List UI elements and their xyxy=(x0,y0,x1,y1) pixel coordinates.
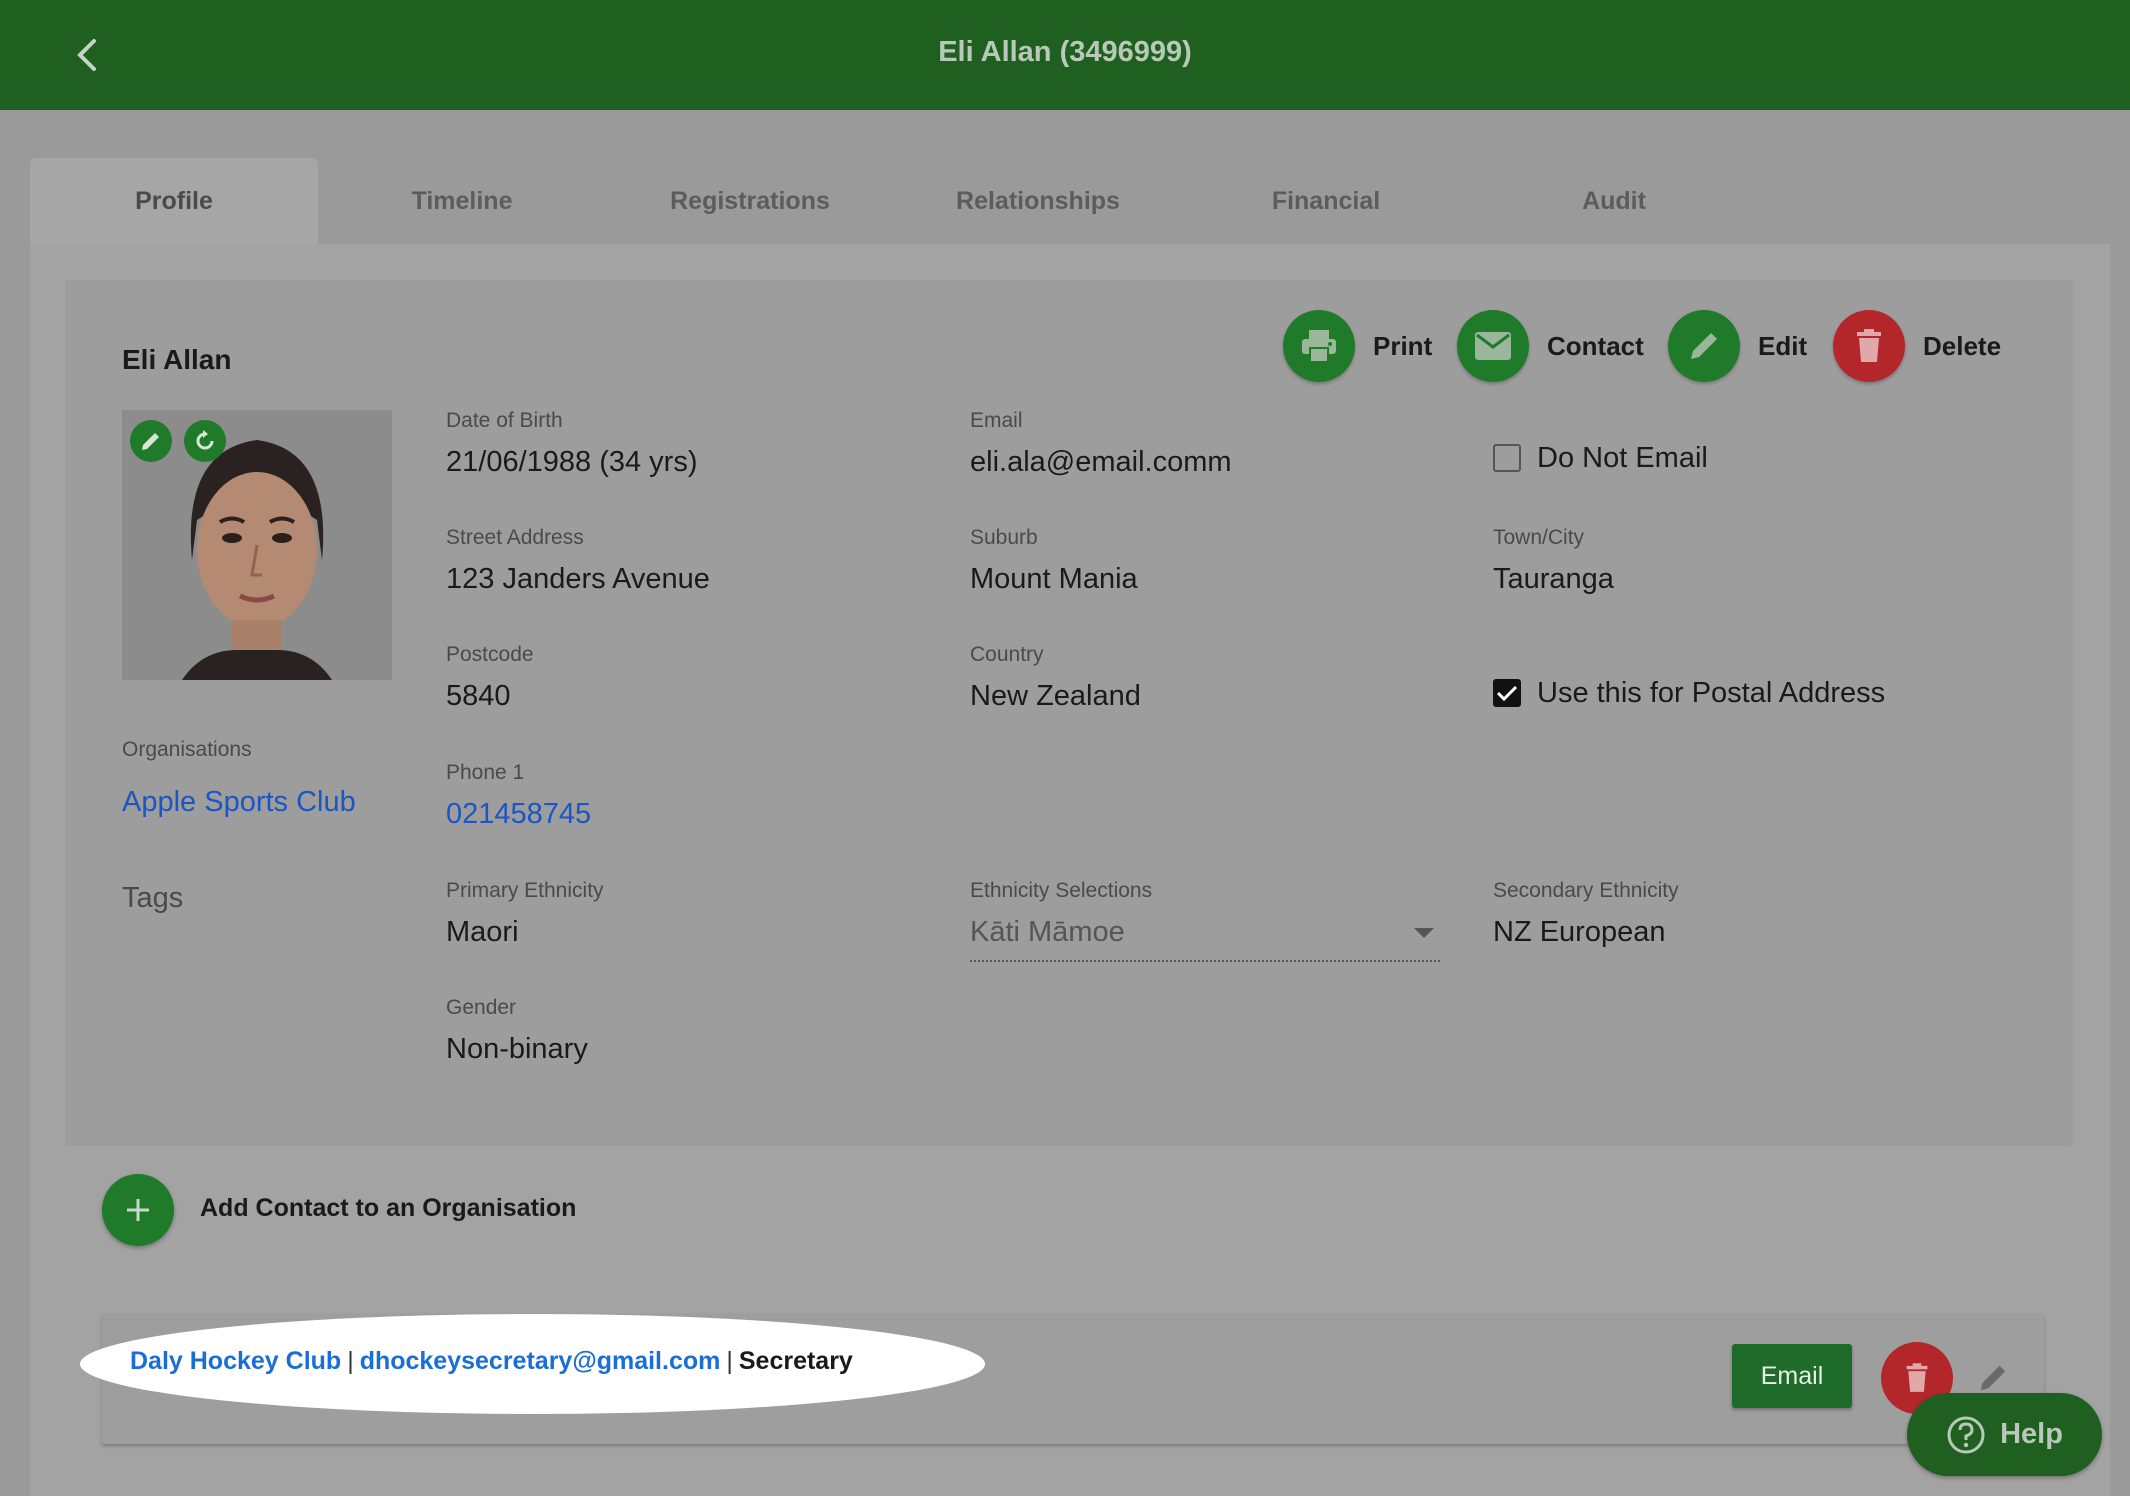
edit-photo-button[interactable] xyxy=(130,420,172,462)
refresh-icon xyxy=(196,430,214,450)
add-contact-button[interactable] xyxy=(102,1174,174,1246)
delete-label: Delete xyxy=(1923,330,2002,361)
pencil-icon xyxy=(142,433,159,450)
add-contact-label[interactable]: Add Contact to an Organisation xyxy=(200,1194,576,1223)
email-button[interactable]: Email xyxy=(1732,1344,1852,1408)
suburb-value: Mount Mania xyxy=(970,563,1138,595)
tab-timeline[interactable]: Timeline xyxy=(318,158,606,244)
ethnicity-selections-label: Ethnicity Selections xyxy=(970,879,1153,902)
suburb-label: Suburb xyxy=(970,526,1038,549)
tab-bar: Profile Timeline Registrations Relations… xyxy=(30,158,2110,244)
organisations-label: Organisations xyxy=(122,738,252,761)
checkmark-icon xyxy=(1496,685,1518,702)
primary-ethnicity-label: Primary Ethnicity xyxy=(446,879,604,902)
print-button[interactable]: Print xyxy=(1283,310,1432,382)
dob-value: 21/06/1988 (34 yrs) xyxy=(446,446,698,478)
email-value: eli.ala@email.comm xyxy=(970,446,1232,478)
primary-ethnicity-value: Maori xyxy=(446,916,519,948)
dob-label: Date of Birth xyxy=(446,409,563,432)
contact-club-link[interactable]: Daly Hockey Club xyxy=(130,1347,341,1375)
help-label: Help xyxy=(2000,1418,2063,1450)
separator: | xyxy=(347,1347,354,1375)
postal-address-checkbox[interactable] xyxy=(1493,679,1521,707)
trash-icon xyxy=(1857,329,1881,362)
secondary-ethnicity-value: NZ European xyxy=(1493,916,1666,948)
street-label: Street Address xyxy=(446,526,584,549)
postal-address-label: Use this for Postal Address xyxy=(1537,677,1886,709)
street-value: 123 Janders Avenue xyxy=(446,563,710,595)
phone1-label: Phone 1 xyxy=(446,761,525,784)
print-label: Print xyxy=(1373,330,1433,361)
edit-button[interactable]: Edit xyxy=(1668,310,1807,382)
ethnicity-selections-select[interactable]: Kāti Māmoe xyxy=(970,912,1440,962)
edit-contact-button[interactable] xyxy=(1973,1358,2013,1398)
edit-label: Edit xyxy=(1758,330,1808,361)
contact-email-link[interactable]: dhockeysecretary@gmail.com xyxy=(360,1347,721,1375)
help-icon xyxy=(1947,1416,1985,1453)
refresh-photo-button[interactable] xyxy=(184,420,226,462)
contact-role: Secretary xyxy=(738,1347,853,1375)
tags-label: Tags xyxy=(122,882,184,914)
tab-audit[interactable]: Audit xyxy=(1470,158,1758,244)
tab-financial[interactable]: Financial xyxy=(1182,158,1470,244)
caret-down-icon xyxy=(1414,928,1434,938)
pencil-icon xyxy=(1980,1365,2006,1391)
secondary-ethnicity-label: Secondary Ethnicity xyxy=(1493,879,1679,902)
tab-profile[interactable]: Profile xyxy=(30,158,318,244)
plus-icon xyxy=(127,1199,149,1221)
country-value: New Zealand xyxy=(970,680,1141,712)
person-name: Eli Allan xyxy=(122,344,232,375)
contact-button[interactable]: Contact xyxy=(1457,310,1644,382)
profile-photo xyxy=(122,410,392,680)
envelope-icon xyxy=(1475,332,1511,360)
town-value: Tauranga xyxy=(1493,563,1614,595)
phone1-link[interactable]: 021458745 xyxy=(446,798,591,831)
ethnicity-selections-value: Kāti Māmoe xyxy=(970,916,1125,948)
contact-label: Contact xyxy=(1547,330,1644,361)
tab-relationships[interactable]: Relationships xyxy=(894,158,1182,244)
gender-value: Non-binary xyxy=(446,1033,588,1065)
email-label: Email xyxy=(970,409,1023,432)
printer-icon xyxy=(1302,330,1336,363)
gender-label: Gender xyxy=(446,996,517,1019)
pencil-icon xyxy=(1691,333,1717,359)
town-label: Town/City xyxy=(1493,526,1585,549)
tab-registrations[interactable]: Registrations xyxy=(606,158,894,244)
postcode-value: 5840 xyxy=(446,680,511,712)
do-not-email-checkbox[interactable] xyxy=(1493,444,1521,472)
contact-entry-line: Daly Hockey Club | dhockeysecretary@gmail.… xyxy=(130,1347,853,1376)
organisation-link[interactable]: Apple Sports Club xyxy=(122,786,356,819)
top-bar: Eli Allan (3496999) xyxy=(0,0,2130,110)
page-title: Eli Allan (3496999) xyxy=(938,36,1192,68)
country-label: Country xyxy=(970,643,1044,666)
do-not-email-label: Do Not Email xyxy=(1537,442,1708,474)
delete-button[interactable]: Delete xyxy=(1833,310,2001,382)
separator: | xyxy=(726,1347,733,1375)
postcode-label: Postcode xyxy=(446,643,534,666)
trash-icon xyxy=(1906,1363,1928,1392)
help-button[interactable]: Help xyxy=(1907,1393,2102,1476)
